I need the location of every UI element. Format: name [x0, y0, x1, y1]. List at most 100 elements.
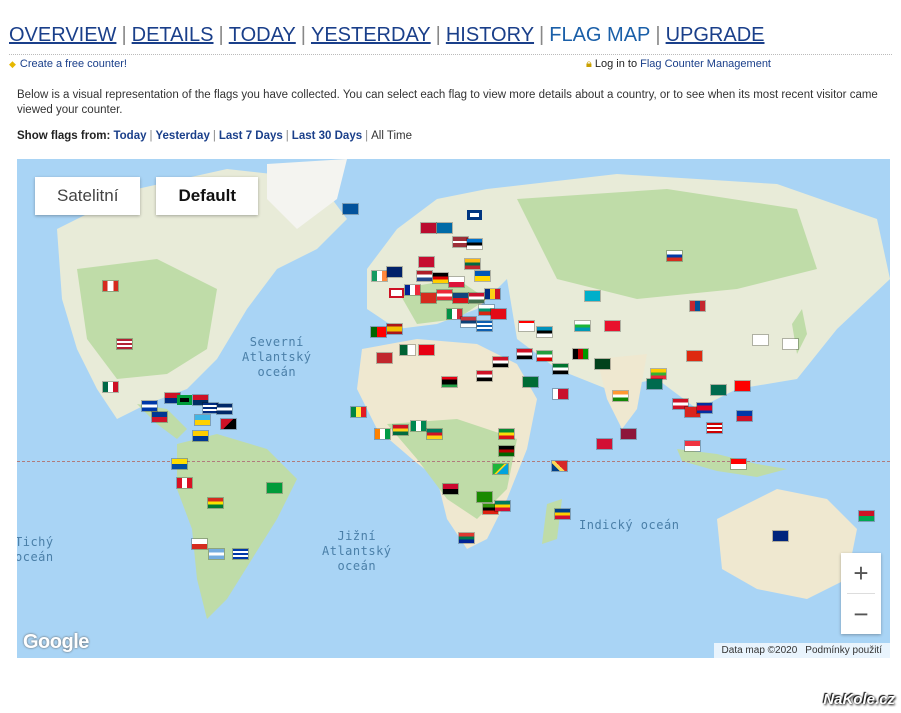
- flag-marker[interactable]: [427, 429, 442, 439]
- flag-marker[interactable]: [419, 345, 434, 355]
- flag-marker[interactable]: [393, 425, 408, 435]
- flag-marker[interactable]: [597, 439, 612, 449]
- flag-marker[interactable]: [475, 271, 490, 281]
- nav-history[interactable]: HISTORY: [446, 24, 534, 46]
- zoom-in-button[interactable]: +: [841, 553, 881, 593]
- flag-marker[interactable]: [573, 349, 588, 359]
- flag-marker[interactable]: [687, 351, 702, 361]
- flag-marker[interactable]: [459, 533, 474, 543]
- flag-marker[interactable]: [421, 293, 436, 303]
- flag-marker[interactable]: [177, 478, 192, 488]
- flag-marker[interactable]: [447, 309, 462, 319]
- flag-marker[interactable]: [209, 549, 224, 559]
- flag-marker[interactable]: [389, 288, 404, 298]
- flag-marker[interactable]: [537, 327, 552, 337]
- flag-marker[interactable]: [651, 369, 666, 379]
- flag-marker[interactable]: [647, 379, 662, 389]
- flag-marker[interactable]: [553, 364, 568, 374]
- flag-marker[interactable]: [773, 531, 788, 541]
- flag-marker[interactable]: [117, 339, 132, 349]
- flag-marker[interactable]: [783, 339, 798, 349]
- flag-marker[interactable]: [172, 459, 187, 469]
- flag-marker[interactable]: [195, 415, 210, 425]
- flag-marker[interactable]: [753, 335, 768, 345]
- flag-marker[interactable]: [443, 484, 458, 494]
- flag-marker[interactable]: [400, 345, 415, 355]
- flag-marker[interactable]: [553, 389, 568, 399]
- flag-marker[interactable]: [477, 492, 492, 502]
- flag-marker[interactable]: [697, 403, 712, 413]
- terms-of-use-link[interactable]: Podmínky použití: [805, 645, 882, 656]
- flag-marker[interactable]: [419, 257, 434, 267]
- filter-last-30-days[interactable]: Last 30 Days: [292, 130, 362, 142]
- flag-marker[interactable]: [405, 285, 420, 295]
- flag-marker[interactable]: [142, 401, 157, 411]
- map-type-satellite-button[interactable]: Satelitní: [35, 177, 141, 215]
- flag-marker[interactable]: [667, 251, 682, 261]
- flag-marker[interactable]: [613, 391, 628, 401]
- flag-marker[interactable]: [343, 204, 358, 214]
- nav-upgrade[interactable]: UPGRADE: [666, 24, 765, 46]
- flag-marker[interactable]: [453, 293, 468, 303]
- flag-marker[interactable]: [433, 273, 448, 283]
- flag-marker[interactable]: [731, 459, 746, 469]
- flag-marker[interactable]: [469, 293, 484, 303]
- flag-marker[interactable]: [372, 271, 387, 281]
- flag-marker[interactable]: [477, 321, 492, 331]
- flag-marker[interactable]: [192, 539, 207, 549]
- create-counter-link[interactable]: Create a free counter!: [20, 58, 127, 70]
- nav-today[interactable]: TODAY: [229, 24, 296, 46]
- flag-marker[interactable]: [371, 327, 386, 337]
- flag-marker[interactable]: [735, 381, 750, 391]
- flag-marker[interactable]: [437, 223, 452, 233]
- flag-marker[interactable]: [437, 290, 452, 300]
- flag-counter-management-link[interactable]: Flag Counter Management: [640, 58, 771, 70]
- nav-yesterday[interactable]: YESTERDAY: [311, 24, 431, 46]
- flag-marker[interactable]: [555, 509, 570, 519]
- flag-marker[interactable]: [152, 412, 167, 422]
- flag-marker[interactable]: [203, 403, 218, 413]
- flag-marker[interactable]: [375, 429, 390, 439]
- flag-marker[interactable]: [103, 281, 118, 291]
- flag-marker[interactable]: [493, 464, 508, 474]
- flag-marker[interactable]: [217, 404, 232, 414]
- flag-marker[interactable]: [685, 441, 700, 451]
- flag-marker[interactable]: [442, 377, 457, 387]
- flag-marker[interactable]: [493, 357, 508, 367]
- flag-marker[interactable]: [449, 277, 464, 287]
- flag-marker[interactable]: [517, 349, 532, 359]
- flag-marker[interactable]: [523, 377, 538, 387]
- nav-details[interactable]: DETAILS: [132, 24, 214, 46]
- flag-marker[interactable]: [575, 321, 590, 331]
- flag-marker[interactable]: [467, 210, 482, 220]
- flag-marker[interactable]: [859, 511, 874, 521]
- flag-marker[interactable]: [499, 446, 514, 456]
- flag-marker[interactable]: [737, 411, 752, 421]
- flag-marker[interactable]: [267, 483, 282, 493]
- filter-today[interactable]: Today: [113, 130, 146, 142]
- flag-marker[interactable]: [453, 237, 468, 247]
- flag-marker[interactable]: [377, 353, 392, 363]
- flag-marker[interactable]: [467, 239, 482, 249]
- flag-marker[interactable]: [351, 407, 366, 417]
- flag-marker[interactable]: [177, 395, 192, 405]
- flag-marker[interactable]: [103, 382, 118, 392]
- filter-yesterday[interactable]: Yesterday: [156, 130, 210, 142]
- flag-marker[interactable]: [605, 321, 620, 331]
- flag-marker[interactable]: [519, 321, 534, 331]
- flag-marker[interactable]: [585, 291, 600, 301]
- flag-marker[interactable]: [707, 423, 722, 433]
- filter-last-7-days[interactable]: Last 7 Days: [219, 130, 283, 142]
- flag-marker[interactable]: [421, 223, 436, 233]
- flag-marker[interactable]: [537, 351, 552, 361]
- flag-marker[interactable]: [495, 501, 510, 511]
- flag-marker[interactable]: [690, 301, 705, 311]
- flag-marker[interactable]: [387, 267, 402, 277]
- flag-marker[interactable]: [465, 259, 480, 269]
- flag-marker[interactable]: [221, 419, 236, 429]
- zoom-out-button[interactable]: −: [841, 594, 881, 634]
- nav-overview[interactable]: OVERVIEW: [9, 24, 116, 46]
- flag-marker[interactable]: [417, 271, 432, 281]
- flag-marker[interactable]: [485, 289, 500, 299]
- flag-marker[interactable]: [193, 431, 208, 441]
